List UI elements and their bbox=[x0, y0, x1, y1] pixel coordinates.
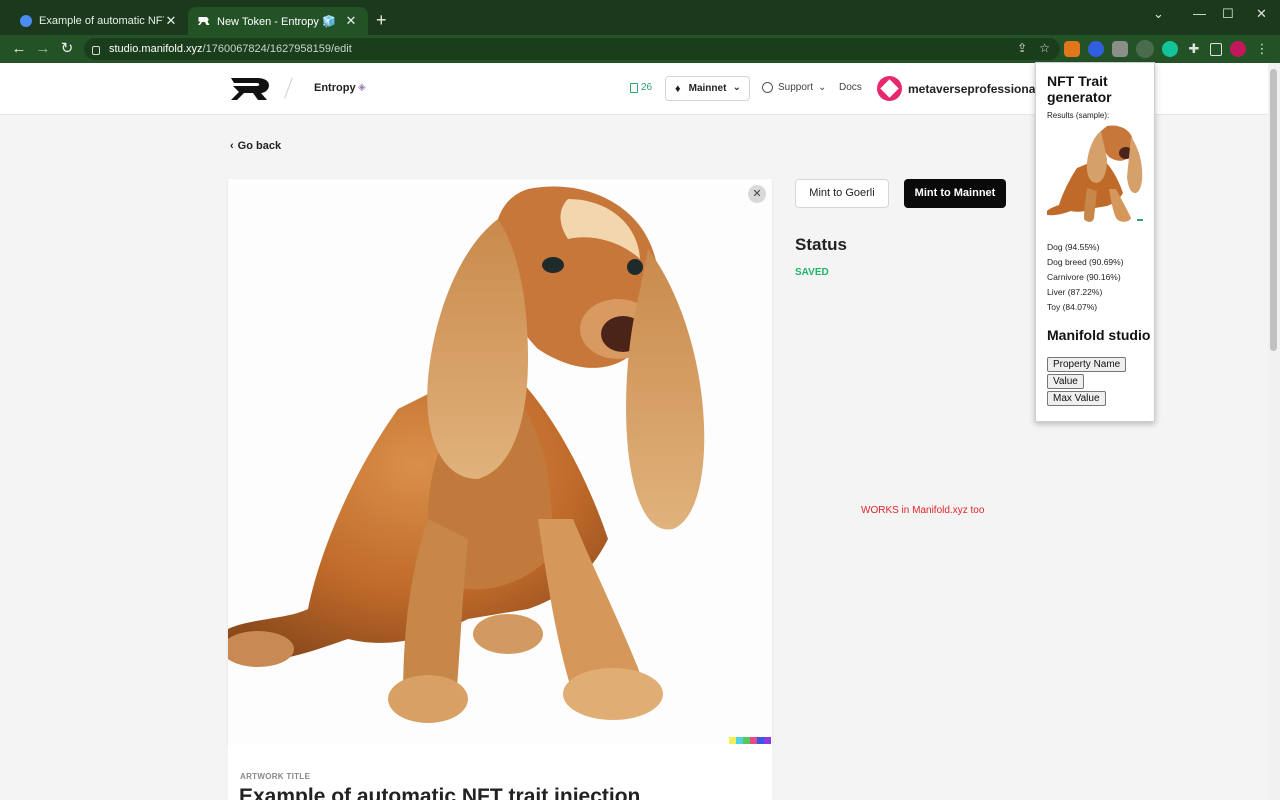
artwork-title: Example of automatic NFT trait injection bbox=[239, 785, 641, 800]
manifold-studio-heading: Manifold studio bbox=[1047, 327, 1151, 343]
annotation-note: WORKS in Manifold.xyz too bbox=[861, 505, 985, 516]
artwork-title-label: ARTWORK TITLE bbox=[240, 772, 311, 781]
gas-pump-icon bbox=[630, 82, 638, 93]
browser-tab-2-active[interactable]: New Token - Entropy 🧊 ✕ bbox=[188, 7, 368, 35]
maximize-button[interactable]: ☐ bbox=[1222, 6, 1234, 22]
support-menu[interactable]: Support ⌄ bbox=[762, 82, 826, 93]
breadcrumb-divider bbox=[284, 77, 293, 99]
dog-artwork-image bbox=[228, 186, 705, 723]
go-back-link[interactable]: ‹ Go back bbox=[230, 140, 281, 152]
profile-avatar-icon[interactable] bbox=[1230, 41, 1246, 57]
metamask-extension-icon[interactable] bbox=[1064, 41, 1080, 57]
globe-icon bbox=[762, 82, 773, 93]
share-icon[interactable]: ⇪ bbox=[1017, 41, 1027, 55]
result-item: Carnivore (90.16%) bbox=[1047, 272, 1121, 282]
docs-link[interactable]: Docs bbox=[839, 82, 862, 93]
tab-close-icon[interactable]: ✕ bbox=[164, 13, 178, 29]
results-list: Dog (94.55%) Dog breed (90.69%) Carnivor… bbox=[1047, 240, 1154, 315]
close-window-button[interactable]: ✕ bbox=[1256, 6, 1267, 22]
tab-search-icon[interactable]: ⌄ bbox=[1153, 6, 1164, 22]
extensions-row: ✚ ⋮ bbox=[1064, 40, 1270, 58]
go-back-label: Go back bbox=[237, 140, 282, 152]
bookmark-star-icon[interactable]: ☆ bbox=[1039, 41, 1050, 55]
sample-dog-thumbnail bbox=[1047, 123, 1143, 223]
result-item: Liver (87.22%) bbox=[1047, 287, 1103, 297]
tab-close-icon[interactable]: ✕ bbox=[344, 13, 358, 29]
ethereum-icon: ♦ bbox=[675, 82, 681, 95]
lock-icon bbox=[92, 45, 100, 55]
status-badge: SAVED bbox=[795, 267, 829, 278]
grammarly-extension-icon[interactable] bbox=[1162, 41, 1178, 57]
browser-tab-strip: Example of automatic NFT trait in ✕ New … bbox=[0, 0, 1280, 35]
address-bar[interactable]: studio.manifold.xyz/1760067824/162795815… bbox=[84, 38, 1060, 60]
menu-kebab-icon[interactable]: ⋮ bbox=[1254, 41, 1270, 57]
new-tab-button[interactable]: + bbox=[376, 10, 387, 30]
tab-favicon-icon bbox=[20, 15, 32, 27]
manifold-favicon-icon bbox=[198, 15, 210, 27]
mint-to-goerli-button[interactable]: Mint to Goerli bbox=[795, 179, 889, 208]
nft-trait-extension-icon[interactable] bbox=[1136, 40, 1154, 58]
extension-icon[interactable] bbox=[1088, 41, 1104, 57]
property-name-button[interactable]: Property Name bbox=[1047, 357, 1127, 372]
page-scrollbar[interactable] bbox=[1268, 63, 1280, 800]
puzzle-extensions-icon[interactable]: ✚ bbox=[1186, 41, 1202, 57]
nft-trait-generator-popup: NFT Trait generator Results (sample): Do… bbox=[1035, 62, 1155, 422]
browser-toolbar: ← → ↻ studio.manifold.xyz/1760067824/162… bbox=[0, 35, 1280, 63]
tab-title: New Token - Entropy 🧊 bbox=[217, 15, 336, 28]
camera-extension-icon[interactable] bbox=[1112, 41, 1128, 57]
chevron-down-icon: ⌄ bbox=[732, 82, 741, 93]
value-button[interactable]: Value bbox=[1047, 374, 1084, 389]
back-arrow-icon[interactable]: ← bbox=[9, 39, 29, 59]
color-strip bbox=[729, 737, 771, 744]
network-selector[interactable]: ♦ Mainnet ⌄ bbox=[665, 76, 750, 101]
forward-arrow-icon[interactable]: → bbox=[33, 39, 53, 59]
scrollbar-thumb[interactable] bbox=[1270, 69, 1277, 351]
mint-to-mainnet-button[interactable]: Mint to Mainnet bbox=[904, 179, 1006, 208]
result-item: Dog breed (90.69%) bbox=[1047, 257, 1124, 267]
chevron-down-icon: ⌄ bbox=[818, 82, 827, 93]
gas-value: 26 bbox=[641, 82, 653, 93]
support-label: Support bbox=[778, 82, 814, 93]
results-label: Results (sample): bbox=[1047, 111, 1110, 120]
reload-icon[interactable]: ↻ bbox=[57, 39, 77, 59]
account-name[interactable]: metaverseprofessional.et bbox=[908, 82, 1036, 96]
project-name[interactable]: Entropy bbox=[314, 82, 356, 94]
browser-tab-1[interactable]: Example of automatic NFT trait in ✕ bbox=[10, 7, 188, 35]
network-label: Mainnet bbox=[688, 83, 727, 94]
side-panel-icon[interactable] bbox=[1210, 42, 1222, 56]
url-text: studio.manifold.xyz/1760067824/162795815… bbox=[109, 43, 352, 55]
popup-title: NFT Trait generator bbox=[1047, 73, 1112, 105]
tab-title: Example of automatic NFT trait in bbox=[39, 15, 164, 27]
max-value-button[interactable]: Max Value bbox=[1047, 391, 1106, 406]
minimize-button[interactable]: — bbox=[1193, 6, 1206, 21]
result-item: Toy (84.07%) bbox=[1047, 302, 1098, 312]
status-heading: Status bbox=[795, 235, 847, 254]
result-item: Dog (94.55%) bbox=[1047, 242, 1100, 252]
chevron-left-icon: ‹ bbox=[230, 140, 234, 152]
gas-price: 26 bbox=[630, 82, 652, 93]
account-avatar[interactable] bbox=[877, 76, 902, 101]
manifold-logo-icon[interactable] bbox=[231, 77, 273, 106]
artwork-preview bbox=[228, 179, 772, 745]
close-preview-button[interactable]: ✕ bbox=[748, 185, 766, 203]
cube-icon: ◈ bbox=[358, 82, 366, 93]
